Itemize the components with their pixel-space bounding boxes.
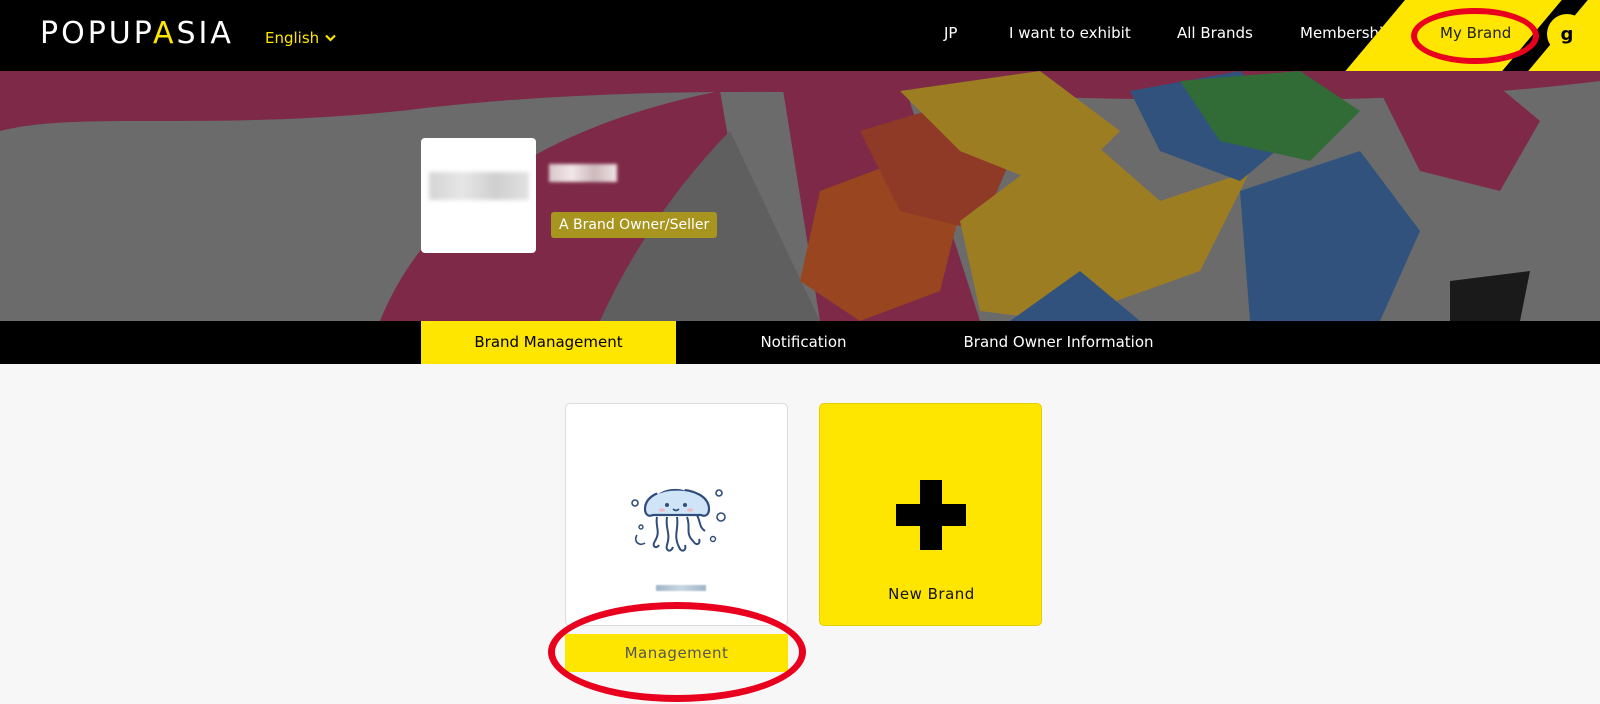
banner-dark-overlay (0, 71, 1600, 321)
new-brand-card[interactable]: New Brand (819, 403, 1042, 626)
logo-text-accent: A (152, 16, 177, 51)
nav-i-want-to-exhibit[interactable]: I want to exhibit (1009, 23, 1131, 43)
management-button[interactable]: Management (565, 634, 788, 672)
popupasia-logo[interactable]: POPUPASIA (40, 17, 234, 51)
tab-notification[interactable]: Notification (676, 321, 931, 364)
profile-hero-banner: A Brand Owner/Seller (0, 71, 1600, 321)
user-avatar[interactable]: g (1547, 14, 1587, 54)
plus-icon-bar (896, 504, 966, 526)
logo-text-end: SIA (176, 16, 234, 51)
new-brand-label: New Brand (888, 585, 975, 603)
nav-all-brands[interactable]: All Brands (1177, 23, 1253, 43)
chevron-down-icon (325, 34, 336, 42)
language-selector[interactable]: English (265, 28, 336, 48)
blurred-profile-name (549, 164, 617, 182)
role-badge: A Brand Owner/Seller (551, 212, 718, 238)
jellyfish-brand-logo (631, 485, 726, 552)
brand-card[interactable] (565, 403, 788, 626)
blurred-profile-image-content (429, 172, 529, 200)
profile-tab-bar: Brand Management Notification Brand Owne… (0, 321, 1600, 364)
nav-my-brand[interactable]: My Brand (1440, 23, 1511, 43)
profile-image (421, 138, 536, 253)
tab-brand-management[interactable]: Brand Management (421, 321, 676, 364)
blurred-brand-caption (656, 585, 706, 591)
tab-brand-owner-information[interactable]: Brand Owner Information (931, 321, 1186, 364)
language-label: English (265, 29, 320, 47)
top-navigation-bar: POPUPASIA English JP I want to exhibit A… (0, 0, 1600, 71)
nav-jp[interactable]: JP (944, 23, 957, 43)
logo-text-main: POPUP (40, 16, 153, 51)
